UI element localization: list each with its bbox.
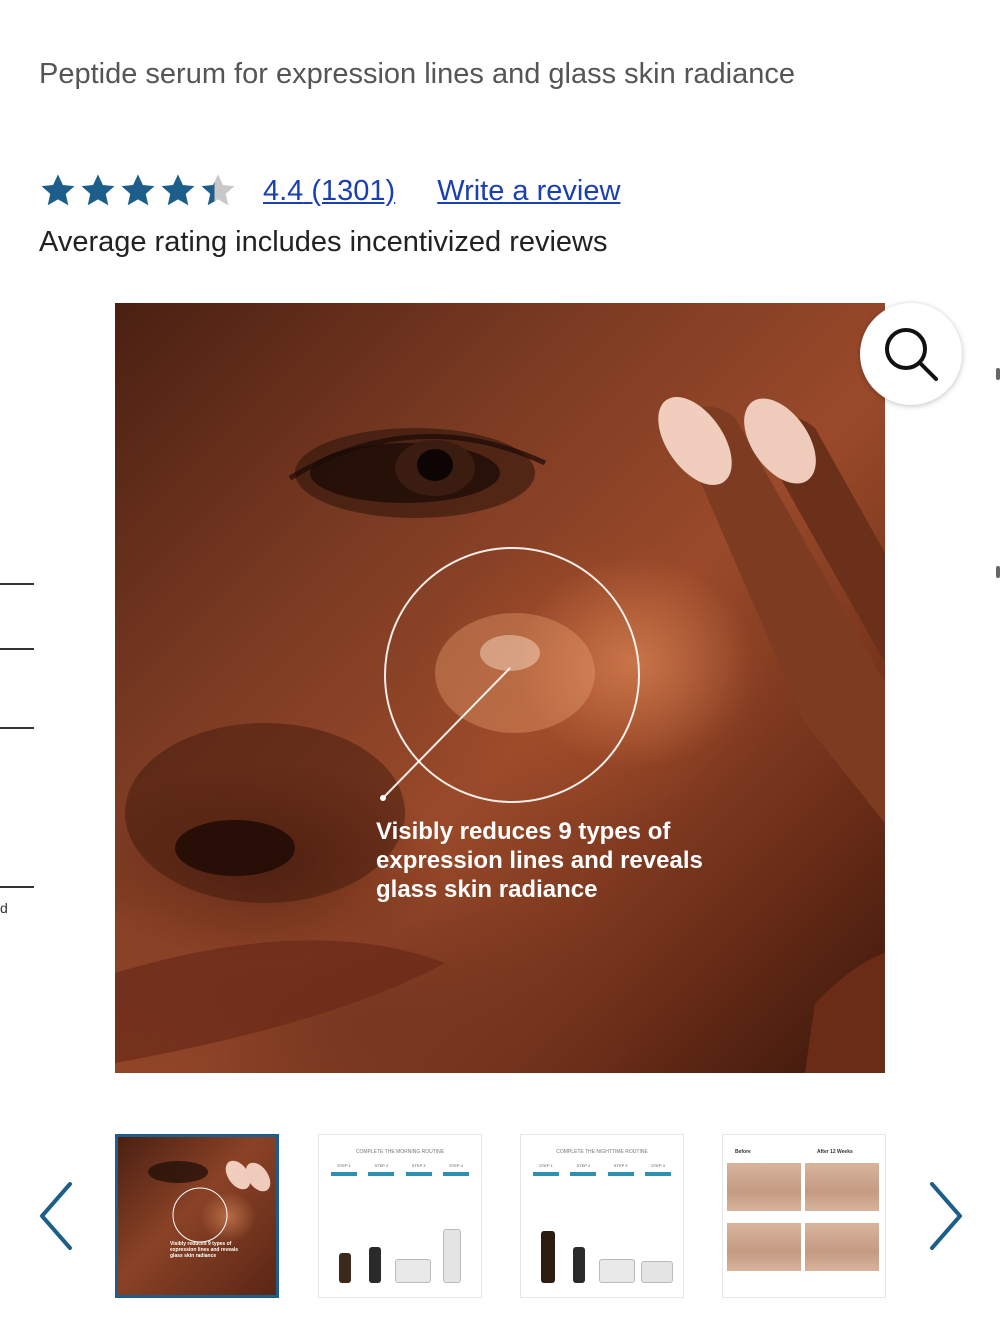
side-divider xyxy=(0,583,34,585)
product-jar xyxy=(641,1261,673,1283)
product-bottle xyxy=(541,1231,555,1283)
chevron-right-icon[interactable] xyxy=(926,1180,966,1252)
rating-count[interactable]: (1301) xyxy=(311,175,395,207)
routine-title: COMPLETE THE MORNING ROUTINE xyxy=(355,1149,445,1155)
product-bottle xyxy=(369,1247,381,1283)
before-image xyxy=(727,1163,801,1211)
write-review-link[interactable]: Write a review xyxy=(437,175,620,208)
routine-title: COMPLETE THE NIGHTTIME ROUTINE xyxy=(556,1149,648,1155)
product-bottle xyxy=(573,1247,585,1283)
star-icon xyxy=(121,174,155,206)
routine-steps: STEP 1 STEP 2 STEP 3 STEP 4 xyxy=(533,1163,671,1176)
routine-step: STEP 1 xyxy=(331,1163,357,1176)
after-image xyxy=(805,1163,879,1211)
side-divider xyxy=(0,727,34,729)
routine-steps: STEP 1 STEP 2 STEP 3 STEP 4 xyxy=(331,1163,469,1176)
hero-illustration xyxy=(115,397,885,1073)
side-letter: d xyxy=(0,900,8,916)
routine-step: STEP 4 xyxy=(442,1163,469,1176)
product-subtitle: Peptide serum for expression lines and g… xyxy=(39,58,796,90)
rating-summary-link[interactable]: 4.4 (1301) xyxy=(263,175,395,208)
product-bottle xyxy=(339,1253,351,1283)
after-label: After 12 Weeks xyxy=(817,1149,853,1155)
routine-step: STEP 4 xyxy=(644,1163,671,1176)
side-divider xyxy=(0,648,34,650)
product-hero-image[interactable]: Visibly reduces 9 types of expression li… xyxy=(115,303,885,1073)
routine-step: STEP 1 xyxy=(533,1163,559,1176)
product-jar xyxy=(395,1259,431,1283)
routine-step: STEP 2 xyxy=(570,1163,597,1176)
search-icon xyxy=(885,328,938,381)
zoom-button[interactable] xyxy=(860,303,962,405)
routine-step: STEP 3 xyxy=(405,1163,432,1176)
star-icon xyxy=(201,174,235,206)
rating-value[interactable]: 4.4 xyxy=(263,175,303,207)
after-image xyxy=(805,1223,879,1271)
chevron-left-icon[interactable] xyxy=(36,1180,76,1252)
routine-step: STEP 2 xyxy=(368,1163,395,1176)
rating-note: Average rating includes incentivized rev… xyxy=(39,226,608,258)
product-tube xyxy=(443,1229,461,1283)
hero-caption: Visibly reduces 9 types of expression li… xyxy=(376,818,703,903)
before-image xyxy=(727,1223,801,1271)
thumbnail-2[interactable]: COMPLETE THE MORNING ROUTINE STEP 1 STEP… xyxy=(318,1134,482,1298)
star-icon xyxy=(41,174,75,206)
thumbnail-illustration xyxy=(148,1160,271,1243)
thumbnail-caption: Visibly reduces 9 types of expression li… xyxy=(170,1241,239,1259)
rating-stars xyxy=(39,172,237,210)
routine-step: STEP 3 xyxy=(607,1163,634,1176)
edge-indicator xyxy=(996,368,1000,380)
star-icon xyxy=(161,174,195,206)
product-jar xyxy=(599,1259,635,1283)
thumbnail-4[interactable]: Before After 12 Weeks xyxy=(722,1134,886,1298)
thumbnail-3[interactable]: COMPLETE THE NIGHTTIME ROUTINE STEP 1 ST… xyxy=(520,1134,684,1298)
thumbnail-1[interactable]: Visibly reduces 9 types of expression li… xyxy=(115,1134,279,1298)
star-icon xyxy=(81,174,115,206)
before-label: Before xyxy=(735,1149,751,1155)
edge-indicator xyxy=(996,566,1000,578)
side-divider xyxy=(0,886,34,888)
rating-row: 4.4 (1301) Write a review xyxy=(39,170,620,212)
